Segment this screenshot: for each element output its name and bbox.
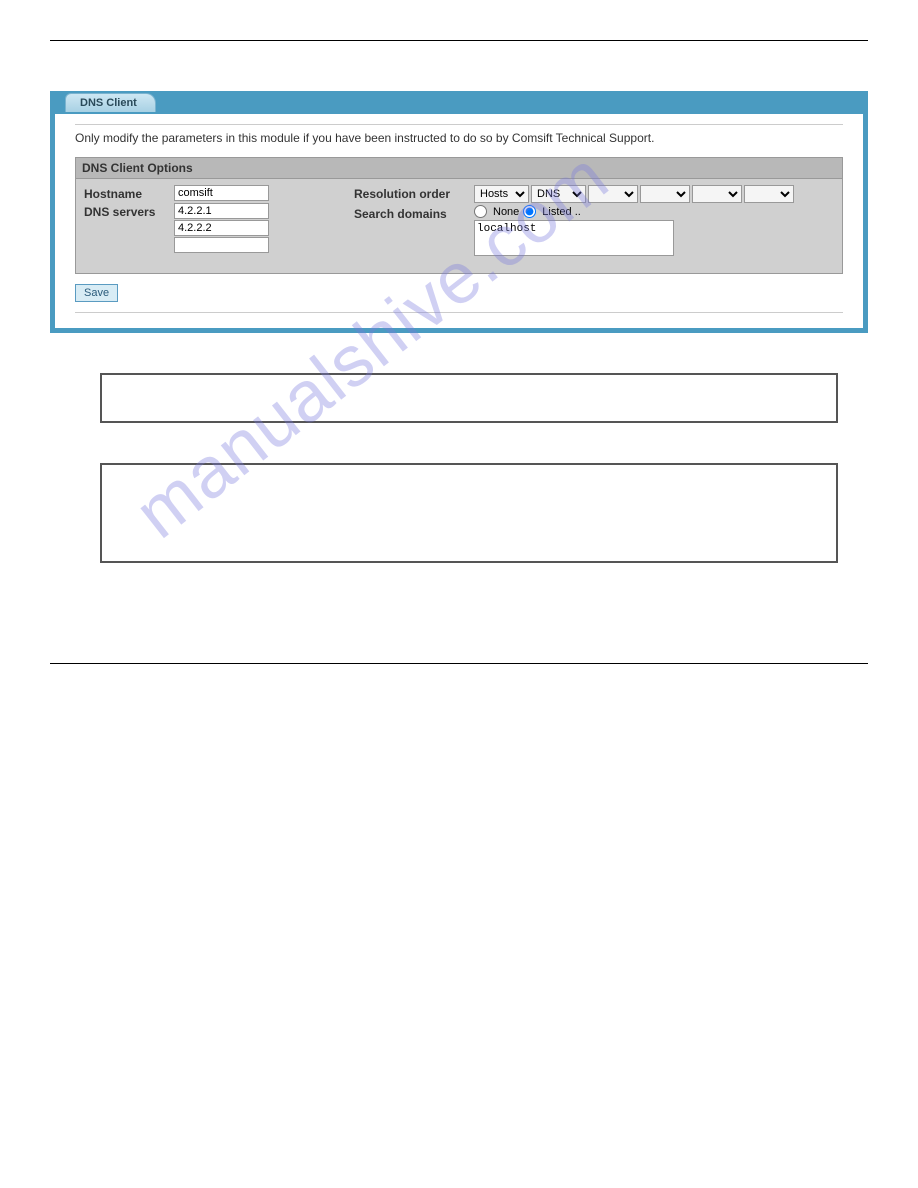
callout-box-2 xyxy=(100,463,838,563)
radio-none-label: None xyxy=(493,206,519,218)
resolution-select-3[interactable] xyxy=(588,185,638,203)
top-rule xyxy=(50,40,868,41)
search-domains-textarea[interactable] xyxy=(474,220,674,256)
caution-text: Only modify the parameters in this modul… xyxy=(75,124,843,157)
hostname-label: Hostname xyxy=(84,185,174,201)
module-footer-rule xyxy=(75,312,843,313)
options-header: DNS Client Options xyxy=(76,158,842,179)
dns-server-input-2[interactable] xyxy=(174,220,269,236)
radio-listed[interactable] xyxy=(523,205,536,218)
tab-dns-client[interactable]: DNS Client xyxy=(65,93,156,112)
resolution-order-label: Resolution order xyxy=(354,185,474,201)
bottom-rule xyxy=(50,663,868,664)
dns-client-module: DNS Client Only modify the parameters in… xyxy=(50,91,868,333)
module-body: Only modify the parameters in this modul… xyxy=(55,114,863,328)
resolution-select-5[interactable] xyxy=(692,185,742,203)
radio-listed-label: Listed .. xyxy=(542,206,581,218)
right-column: Resolution order Hosts DNS Sea xyxy=(354,185,834,263)
resolution-select-6[interactable] xyxy=(744,185,794,203)
dns-servers-label: DNS servers xyxy=(84,203,174,219)
left-column: Hostname DNS servers xyxy=(84,185,324,263)
options-body: Hostname DNS servers xyxy=(76,179,842,273)
resolution-select-1[interactable]: Hosts xyxy=(474,185,529,203)
callout-box-1 xyxy=(100,373,838,423)
module-header: DNS Client xyxy=(55,96,863,114)
options-panel: DNS Client Options Hostname DNS servers xyxy=(75,157,843,274)
resolution-select-2[interactable]: DNS xyxy=(531,185,586,203)
search-domains-label: Search domains xyxy=(354,205,474,221)
resolution-select-4[interactable] xyxy=(640,185,690,203)
radio-none[interactable] xyxy=(474,205,487,218)
dns-server-input-3[interactable] xyxy=(174,237,269,253)
hostname-input[interactable] xyxy=(174,185,269,201)
save-button[interactable]: Save xyxy=(75,284,118,302)
dns-server-input-1[interactable] xyxy=(174,203,269,219)
